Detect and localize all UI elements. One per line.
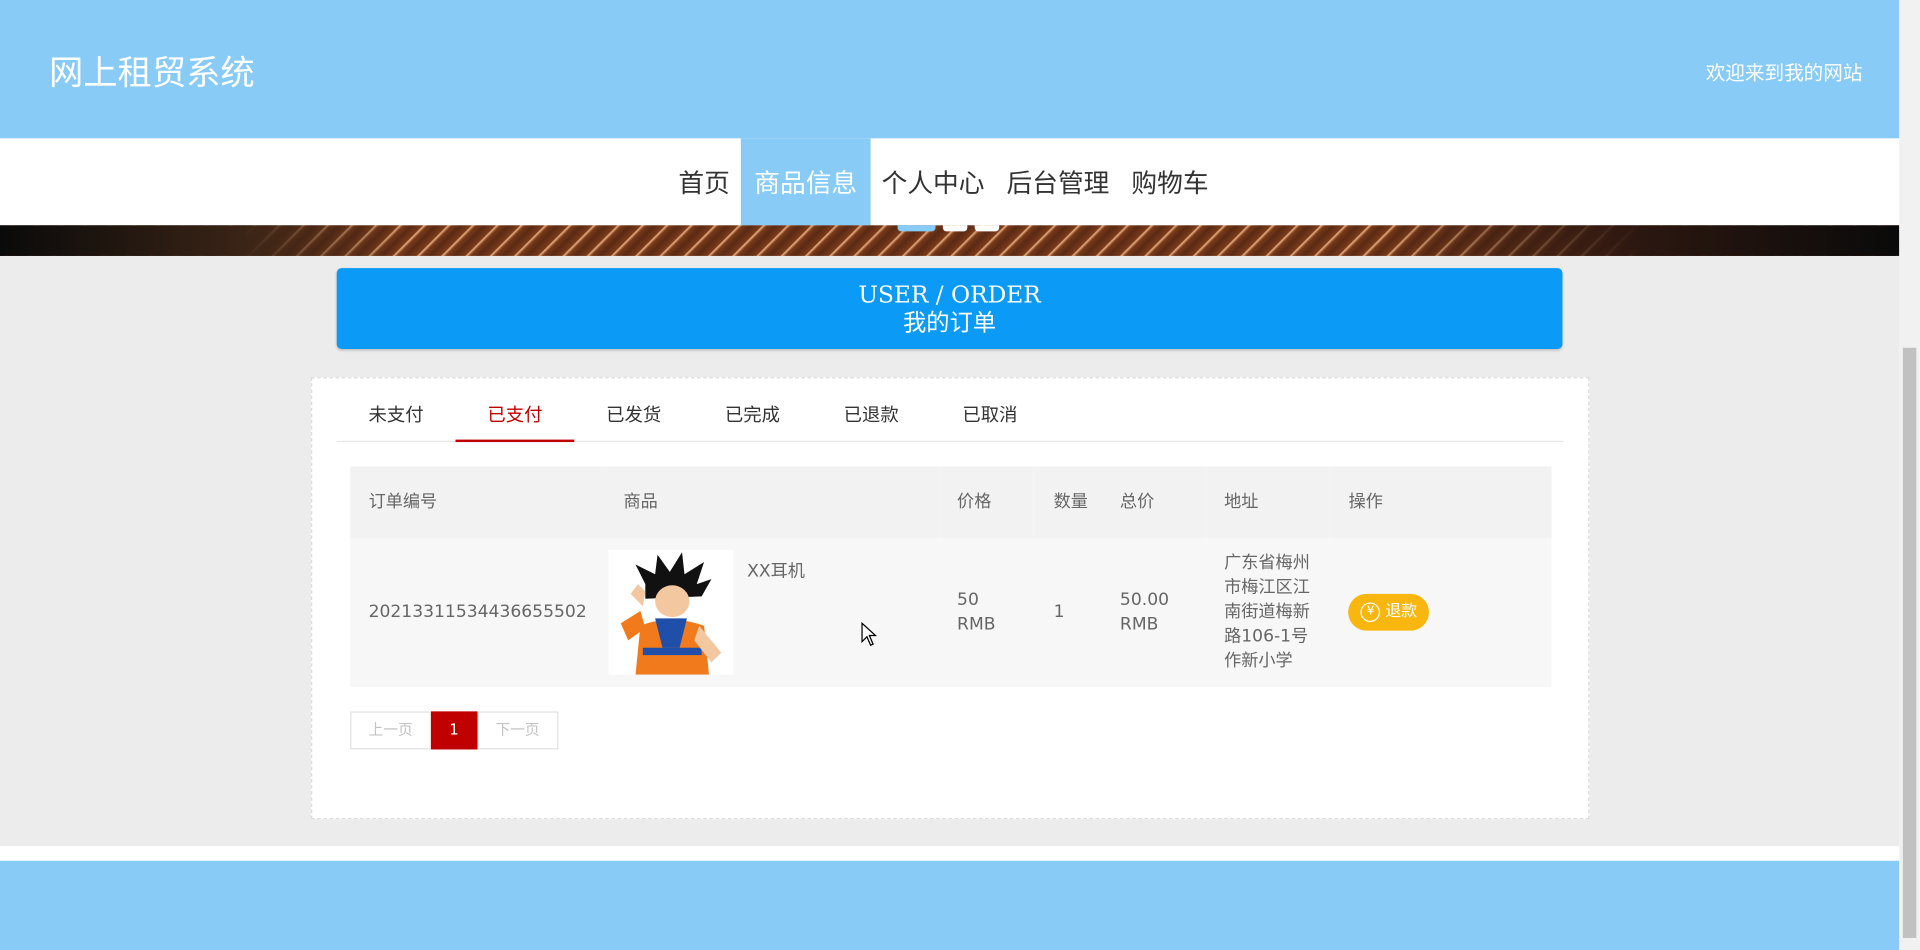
order-title-banner: USER / ORDER 我的订单 xyxy=(336,268,1563,349)
nav-item-cart[interactable]: 购物车 xyxy=(1120,138,1219,225)
prev-page-button[interactable]: 上一页 xyxy=(350,711,432,750)
goods-name[interactable]: XX耳机 xyxy=(747,560,805,584)
price-cell: 50 RMB xyxy=(957,590,996,635)
tab-completed[interactable]: 已完成 xyxy=(693,393,812,442)
order-title-cn: 我的订单 xyxy=(903,309,997,337)
carousel-dots xyxy=(897,225,1000,232)
tab-shipped[interactable]: 已发货 xyxy=(574,393,693,442)
total-cell: 50.00 RMB xyxy=(1119,590,1170,635)
order-status-tabs: 未支付 已支付 已发货 已完成 已退款 已取消 xyxy=(336,393,1564,443)
order-panel: 未支付 已支付 已发货 已完成 已退款 已取消 订单编号 商品 价格 数量 总价… xyxy=(311,377,1590,820)
address-cell: 广东省梅州市梅江区江南街道梅新路106-1号作新小学 xyxy=(1224,553,1310,672)
page: 网上租贸系统 欢迎来到我的网站 首页 商品信息 个人中心 后台管理 购物车 US… xyxy=(0,0,1920,950)
order-no-cell: 20213311534436655502 xyxy=(368,602,587,623)
page-scrollbar[interactable] xyxy=(1899,0,1920,950)
header-action: 操作 xyxy=(1348,492,1383,512)
tab-refunded[interactable]: 已退款 xyxy=(812,393,931,442)
welcome-text: 欢迎来到我的网站 xyxy=(1705,61,1863,85)
table-row: 20213311534436655502 XX耳机 50 RMB 1 50.00… xyxy=(350,537,1552,687)
tab-unpaid[interactable]: 未支付 xyxy=(337,393,456,442)
site-footer xyxy=(0,860,1900,950)
next-page-button[interactable]: 下一页 xyxy=(477,711,558,750)
order-table: 订单编号 商品 价格 数量 总价 地址 操作 20213311534436655… xyxy=(350,466,1552,687)
nav-item-profile[interactable]: 个人中心 xyxy=(871,138,996,225)
site-title: 网上租贸系统 xyxy=(48,52,255,94)
refund-button[interactable]: ¥ 退款 xyxy=(1348,593,1430,631)
tab-paid[interactable]: 已支付 xyxy=(455,393,575,443)
carousel-dot[interactable] xyxy=(942,225,968,232)
action-cell: ¥ 退款 xyxy=(1330,538,1551,687)
header-price: 价格 xyxy=(957,492,992,512)
carousel-dot[interactable] xyxy=(974,225,1000,232)
order-title-en: USER / ORDER xyxy=(858,281,1041,309)
header-address: 地址 xyxy=(1224,492,1259,512)
footer-divider xyxy=(0,846,1900,861)
carousel-dot[interactable] xyxy=(897,225,936,232)
yen-icon: ¥ xyxy=(1360,602,1381,623)
quantity-cell: 1 xyxy=(1053,602,1065,623)
header-order-no: 订单编号 xyxy=(368,492,438,512)
header-total: 总价 xyxy=(1119,492,1155,512)
mouse-cursor-icon xyxy=(861,621,878,651)
pagination: 上一页 1 下一页 xyxy=(350,711,558,750)
nav-item-goods[interactable]: 商品信息 xyxy=(740,138,871,226)
goods-cell: XX耳机 xyxy=(605,538,939,687)
site-header: 网上租贸系统 欢迎来到我的网站 xyxy=(0,0,1900,139)
product-thumbnail-icon[interactable] xyxy=(608,549,734,675)
header-quantity: 数量 xyxy=(1053,492,1088,512)
header-goods: 商品 xyxy=(623,492,658,512)
nav-menu: 首页 商品信息 个人中心 后台管理 购物车 xyxy=(667,138,1219,226)
refund-label: 退款 xyxy=(1385,602,1418,621)
page-number-button[interactable]: 1 xyxy=(431,711,478,750)
tab-cancelled[interactable]: 已取消 xyxy=(931,393,1050,442)
scrollbar-thumb[interactable] xyxy=(1902,347,1917,938)
nav-item-admin[interactable]: 后台管理 xyxy=(996,138,1121,225)
table-header-row: 订单编号 商品 价格 数量 总价 地址 操作 xyxy=(350,466,1552,538)
nav-item-home[interactable]: 首页 xyxy=(667,138,740,225)
main-navbar: 首页 商品信息 个人中心 后台管理 购物车 xyxy=(0,138,1900,226)
